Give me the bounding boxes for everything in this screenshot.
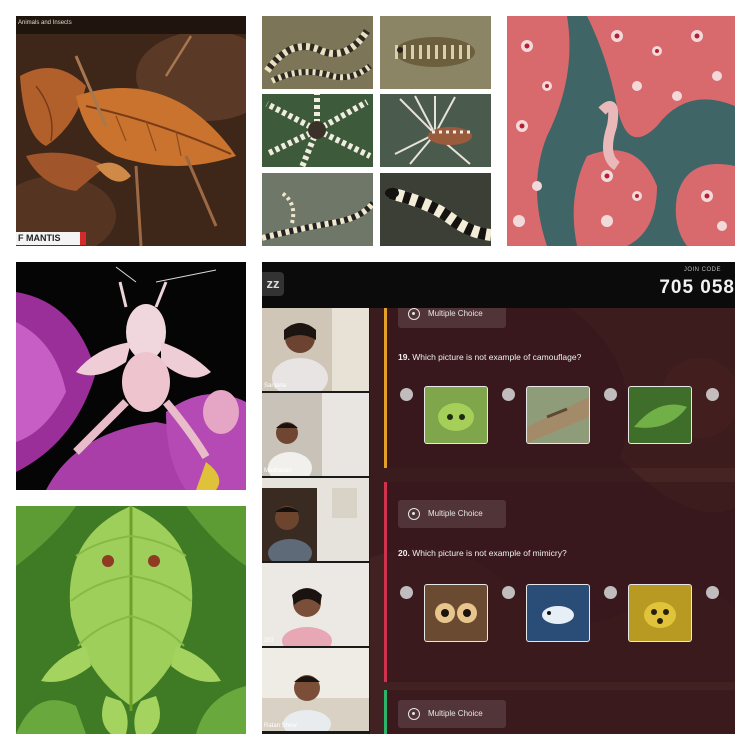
question-accent-bar [384, 482, 387, 682]
orchid-mantis-photo [16, 262, 246, 490]
target-icon [408, 308, 420, 320]
participant-video-2: Madhavan [262, 393, 369, 476]
option-radio-b[interactable] [502, 586, 515, 599]
question-card-19: Multiple Choice 19. Which picture is not… [384, 308, 735, 468]
participant-name-2: Madhavan [264, 468, 293, 474]
video-caption: Animals and Insects [18, 20, 72, 26]
leaf-insect-illustration [16, 506, 246, 734]
dead-leaf-mantis-photo: Animals and Insects F MANTIS [16, 16, 246, 246]
mimic-octopus-grid [262, 16, 491, 246]
option-radio-c[interactable] [604, 388, 617, 401]
participant-video-4: 207 [262, 563, 369, 646]
join-code-value: 705 058 [659, 277, 735, 298]
online-quiz-screenshot: zz JOIN CODE 705 058 Sanjana Madhavan 20… [262, 262, 735, 734]
option-radio-d[interactable] [706, 388, 719, 401]
quiz-question-list: Multiple Choice 19. Which picture is not… [370, 308, 735, 734]
leaf-insect-photo [16, 506, 246, 734]
target-icon [408, 707, 420, 720]
question-20-text: 20. Which picture is not example of mimi… [398, 548, 567, 558]
participant-name-5: Ratan Shew [264, 723, 297, 729]
option-radio-a[interactable] [400, 388, 413, 401]
lionfish-photo [380, 94, 491, 167]
mimic-octopus-sea-snake-pose-photo [262, 173, 373, 246]
quiz-app-logo: zz [262, 272, 284, 296]
question-type-pill: Multiple Choice [398, 500, 506, 528]
question-type-pill: Multiple Choice [398, 700, 506, 728]
banded-sea-snake-photo [380, 173, 491, 246]
flatfish-mimic-photo [380, 16, 491, 89]
quiz-header-bar: zz JOIN CODE 705 058 [262, 262, 735, 308]
option-image-bark-insect[interactable] [526, 386, 590, 444]
question-card-20: Multiple Choice 20. Which picture is not… [384, 482, 735, 682]
option-image-owl-moth[interactable] [424, 584, 488, 642]
question-accent-bar [384, 690, 387, 734]
option-image-leaf-insect[interactable] [628, 386, 692, 444]
mimic-octopus-sand-photo [262, 16, 373, 89]
question-card-21: Multiple Choice [384, 690, 735, 734]
target-icon [408, 507, 420, 520]
participant-video-strip: Sanjana Madhavan 207 Ratan Shew [262, 308, 370, 734]
participant-name-4: 207 [264, 638, 275, 644]
participant-video-1: Sanjana [262, 308, 369, 391]
option-image-spotted-beetle[interactable] [628, 584, 692, 642]
participant-name-1: Sanjana [264, 383, 287, 389]
question-type-pill: Multiple Choice [398, 308, 506, 328]
pygmy-seahorse-illustration [507, 16, 735, 246]
option-radio-b[interactable] [502, 388, 515, 401]
option-radio-a[interactable] [400, 586, 413, 599]
mimic-octopus-lionfish-pose-photo [262, 94, 373, 167]
question-accent-bar [384, 308, 387, 468]
dead-leaf-mantis-illustration [16, 16, 246, 246]
option-radio-d[interactable] [706, 586, 719, 599]
option-image-green-caterpillar[interactable] [424, 386, 488, 444]
orchid-mantis-illustration [16, 262, 246, 490]
option-radio-c[interactable] [604, 586, 617, 599]
pygmy-seahorse-photo [507, 16, 735, 246]
participant-video-5: Ratan Shew [262, 648, 369, 731]
participant-video-3 [262, 478, 369, 561]
join-code-label: JOIN CODE [683, 267, 721, 273]
video-banner: F MANTIS [16, 232, 86, 245]
question-19-text: 19. Which picture is not example of camo… [398, 352, 582, 362]
option-image-blue-fish[interactable] [526, 584, 590, 642]
